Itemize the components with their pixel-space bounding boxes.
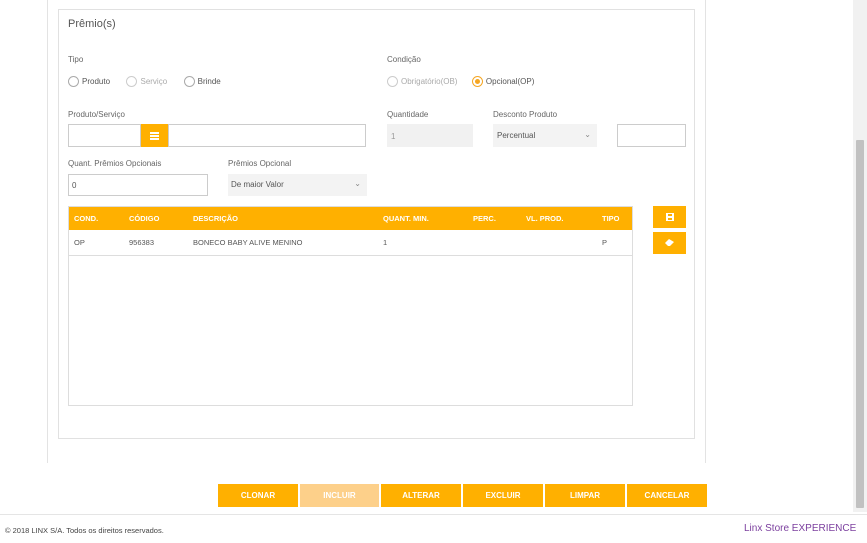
cancelar-button[interactable]: CANCELAR <box>627 484 707 507</box>
cell-vl-prod <box>525 230 601 255</box>
footer-brand: Linx Store EXPERIENCE <box>744 523 857 534</box>
list-icon <box>150 131 159 140</box>
radio-brinde[interactable]: Brinde <box>183 73 221 90</box>
quantidade-value: 1 <box>391 132 396 141</box>
radio-servico-circle[interactable] <box>126 76 138 88</box>
radio-opcional-label: Opcional(OP) <box>485 77 535 87</box>
radio-servico-label: Serviço <box>140 77 168 87</box>
produto-search-button[interactable] <box>141 124 168 147</box>
table-header-row: COND. CÓDIGO DESCRIÇÃO QUANT. MIN. PERC.… <box>69 207 632 230</box>
outer-frame-left <box>47 0 48 463</box>
table-row[interactable]: OP 956383 BONECO BABY ALIVE MENINO 1 P <box>69 230 632 255</box>
radio-produto[interactable]: Produto <box>68 73 110 90</box>
radio-produto-circle[interactable] <box>68 76 79 88</box>
col-tipo[interactable]: TIPO <box>601 207 632 230</box>
quant-premios-label: Quant. Prêmios Opcionais <box>68 159 162 168</box>
col-vl-prod[interactable]: VL. PROD. <box>525 207 601 230</box>
radio-obrigatorio[interactable]: Obrigatório(OB) <box>387 73 457 90</box>
radio-brinde-circle[interactable] <box>183 76 195 88</box>
radio-produto-label: Produto <box>82 77 111 87</box>
quantidade-input[interactable]: 1 <box>387 124 473 147</box>
limpar-button[interactable]: LIMPAR <box>545 484 625 507</box>
radio-opcional[interactable]: Opcional(OP) <box>471 73 535 90</box>
chevron-down-icon: ⌄ <box>584 130 591 139</box>
quant-premios-value: 0 <box>72 181 77 190</box>
condicao-label: Condição <box>387 55 421 64</box>
erase-row-button[interactable] <box>653 232 686 254</box>
quant-premios-input[interactable]: 0 <box>68 174 208 196</box>
quantidade-label: Quantidade <box>387 110 429 119</box>
desconto-value-input[interactable] <box>617 124 686 147</box>
col-perc[interactable]: PERC. <box>472 207 525 230</box>
radio-brinde-label: Brinde <box>197 77 221 87</box>
scrollbar-thumb[interactable] <box>856 140 864 508</box>
incluir-button[interactable]: INCLUIR <box>300 484 379 507</box>
premios-opcional-select[interactable]: De maior Valor ⌄ <box>228 174 367 196</box>
footer-divider <box>0 514 867 515</box>
cell-descricao: BONECO BABY ALIVE MENINO <box>193 237 303 247</box>
premios-opcional-label: Prêmios Opcional <box>228 159 292 168</box>
cell-codigo: 956383 <box>129 237 155 247</box>
col-codigo[interactable]: CÓDIGO <box>128 207 192 230</box>
eraser-icon <box>665 239 674 247</box>
cell-perc <box>472 230 525 255</box>
cell-cond: OP <box>74 237 85 247</box>
desconto-produto-label: Desconto Produto <box>493 110 558 119</box>
radio-servico[interactable]: Serviço <box>126 73 167 90</box>
col-cond[interactable]: COND. <box>69 207 128 230</box>
condicao-radio-group: Obrigatório(OB) Opcional(OP) <box>387 73 534 91</box>
save-icon <box>665 212 674 221</box>
excluir-button[interactable]: EXCLUIR <box>463 484 543 507</box>
alterar-button[interactable]: ALTERAR <box>381 484 461 507</box>
cell-tipo: P <box>602 237 608 247</box>
radio-obrigatorio-circle[interactable] <box>387 76 398 88</box>
tipo-radio-group: Produto Serviço Brinde <box>68 73 221 91</box>
produto-servico-label: Produto/Serviço <box>68 110 125 119</box>
radio-opcional-circle[interactable] <box>471 76 483 88</box>
produto-code-input[interactable] <box>68 124 141 147</box>
radio-obrigatorio-label: Obrigatório(OB) <box>401 77 458 87</box>
col-descricao[interactable]: DESCRIÇÃO <box>192 207 382 230</box>
col-quant-min[interactable]: QUANT. MIN. <box>382 207 472 230</box>
footer-copyright: © 2018 LINX S/A. Todos os direitos reser… <box>5 526 164 535</box>
desconto-produto-select[interactable]: Percentual ⌄ <box>493 124 597 147</box>
chevron-down-icon: ⌄ <box>354 179 361 188</box>
section-title: Prêmio(s) <box>68 18 116 30</box>
produto-description-input[interactable] <box>168 124 366 147</box>
premios-table-container: COND. CÓDIGO DESCRIÇÃO QUANT. MIN. PERC.… <box>68 206 633 406</box>
desconto-produto-value: Percentual <box>497 131 536 140</box>
premios-opcional-value: De maior Valor <box>231 180 284 189</box>
clonar-button[interactable]: CLONAR <box>218 484 298 507</box>
cell-quant-min: 1 <box>383 237 388 247</box>
outer-frame-right <box>705 0 706 463</box>
premios-table: COND. CÓDIGO DESCRIÇÃO QUANT. MIN. PERC.… <box>69 207 632 256</box>
tipo-label: Tipo <box>68 55 84 64</box>
save-row-button[interactable] <box>653 206 686 228</box>
